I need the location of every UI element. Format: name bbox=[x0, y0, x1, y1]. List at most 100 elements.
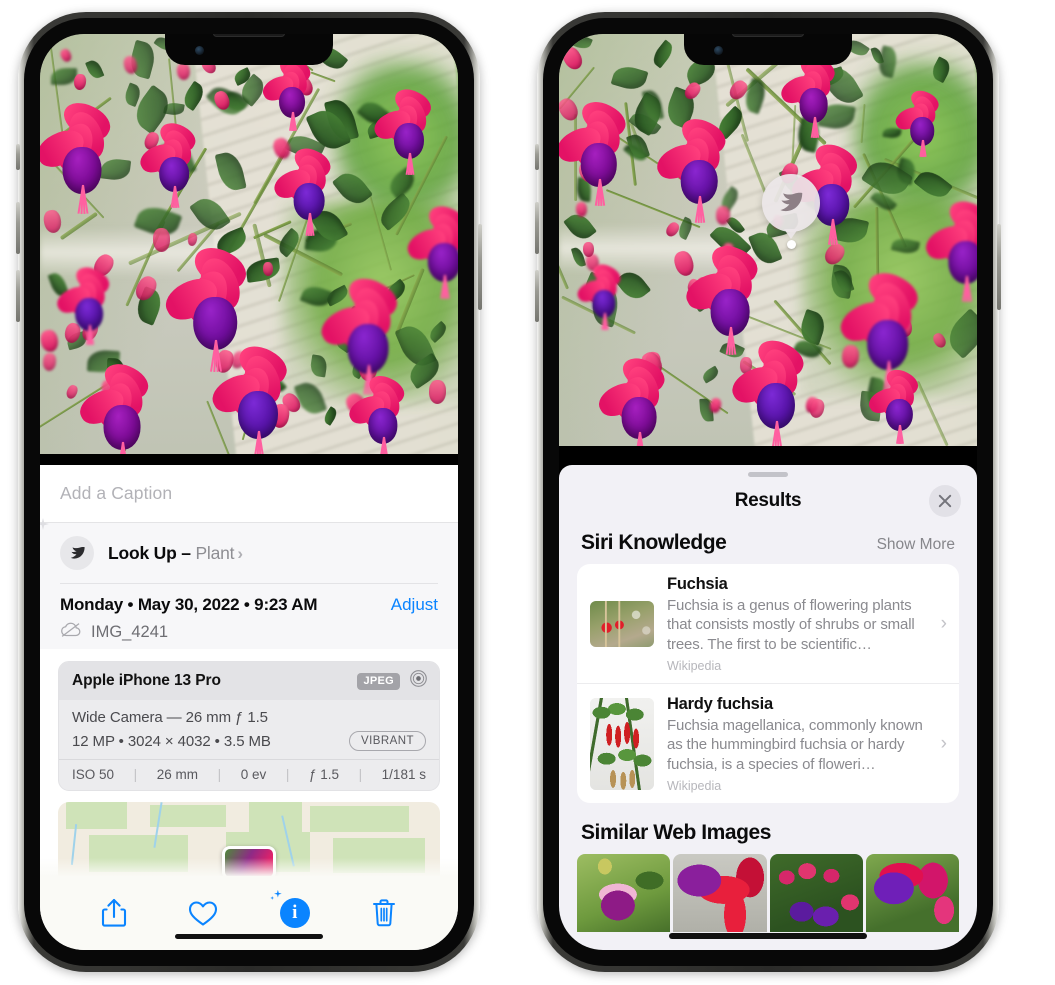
fuchsia-flower bbox=[652, 112, 731, 223]
plant-leaf bbox=[941, 308, 977, 359]
flower-bud bbox=[708, 397, 724, 415]
web-image-thumbnail[interactable] bbox=[673, 854, 767, 932]
fuchsia-flower bbox=[159, 240, 253, 373]
fuchsia-flower bbox=[345, 370, 409, 454]
volume-up-button[interactable] bbox=[16, 202, 20, 254]
leaf-icon bbox=[60, 536, 94, 570]
iphone-left-photos-info: Add a Caption Look Up – Plant › Monday •… bbox=[16, 12, 482, 972]
fuchsia-flower bbox=[207, 338, 293, 454]
phone-screen-right: Results Siri Knowledge Show More Fuchsia… bbox=[559, 34, 977, 950]
leaf-icon bbox=[780, 192, 803, 212]
sparkle-icon bbox=[269, 889, 285, 911]
fuchsia-flower bbox=[726, 333, 809, 446]
format-badge: JPEG bbox=[357, 672, 400, 690]
divider bbox=[60, 583, 438, 584]
volume-down-button[interactable] bbox=[535, 270, 539, 322]
look-up-prefix: Look Up – bbox=[108, 542, 196, 563]
flower-bud bbox=[64, 383, 80, 401]
result-thumbnail bbox=[590, 600, 654, 647]
scroll-indicator[interactable] bbox=[669, 933, 867, 939]
fuchsia-flower bbox=[259, 52, 315, 132]
show-more-button[interactable]: Show More bbox=[877, 536, 955, 554]
fuchsia-flower bbox=[920, 195, 977, 302]
power-button[interactable] bbox=[478, 224, 482, 310]
result-title: Hardy fuchsia bbox=[667, 694, 773, 713]
adjust-button[interactable]: Adjust bbox=[391, 595, 438, 615]
mute-switch[interactable] bbox=[16, 144, 20, 170]
fuchsia-flower bbox=[402, 200, 458, 299]
fuchsia-flower bbox=[74, 357, 154, 454]
web-image-thumbnail[interactable] bbox=[577, 854, 671, 932]
photo-date: Monday • May 30, 2022 • 9:23 AM bbox=[60, 595, 318, 614]
fuchsia-flower bbox=[891, 86, 943, 158]
sparkle-icon bbox=[40, 516, 53, 543]
look-up-row[interactable]: Look Up – Plant › bbox=[40, 518, 458, 583]
icloud-slash-icon bbox=[60, 622, 82, 643]
flower-bud bbox=[428, 379, 447, 404]
web-image-thumbnail[interactable] bbox=[865, 854, 959, 932]
toolbar-gradient bbox=[40, 858, 458, 876]
fuchsia-flower bbox=[315, 271, 404, 395]
flower-bud bbox=[40, 328, 60, 354]
look-up-label: Look Up – Plant › bbox=[108, 543, 243, 564]
caption-input[interactable]: Add a Caption bbox=[40, 465, 458, 523]
fuchsia-flower bbox=[53, 261, 113, 346]
flower-bud bbox=[73, 73, 88, 91]
share-button[interactable] bbox=[101, 898, 127, 928]
plant-leaf bbox=[299, 282, 334, 312]
photographic-style-badge: VIBRANT bbox=[349, 731, 426, 751]
exif-value: ƒ 1.5 bbox=[308, 767, 339, 782]
flower-bud bbox=[262, 261, 274, 276]
plant-leaf bbox=[610, 62, 649, 94]
exif-separator: | bbox=[285, 767, 290, 782]
photo-viewer[interactable] bbox=[559, 34, 977, 446]
similar-web-images-title: Similar Web Images bbox=[581, 821, 771, 844]
visual-lookup-badge[interactable] bbox=[762, 174, 820, 249]
plant-leaf bbox=[332, 166, 374, 210]
info-glyph: i bbox=[292, 902, 298, 923]
fuchsia-flower bbox=[865, 365, 922, 445]
plant-leaf bbox=[928, 56, 953, 83]
look-up-subject: Plant bbox=[195, 542, 235, 563]
exif-value: 0 ev bbox=[240, 767, 267, 782]
web-image-thumbnail[interactable] bbox=[769, 854, 863, 932]
home-indicator[interactable] bbox=[175, 934, 323, 939]
fuchsia-plant bbox=[40, 34, 458, 454]
flower-bud bbox=[671, 248, 697, 278]
chevron-right-icon: › bbox=[237, 543, 243, 563]
close-icon[interactable] bbox=[929, 484, 961, 517]
notch bbox=[684, 34, 852, 65]
volume-down-button[interactable] bbox=[16, 270, 20, 322]
plant-stem bbox=[860, 103, 866, 143]
mute-switch[interactable] bbox=[535, 144, 539, 170]
phone-screen-left: Add a Caption Look Up – Plant › Monday •… bbox=[40, 34, 458, 950]
list-item[interactable]: Fuchsia Fuchsia is a genus of flowering … bbox=[577, 564, 959, 683]
camera-info-card[interactable]: Apple iPhone 13 Pro JPEG Wide Camera — 2… bbox=[58, 661, 440, 791]
delete-button[interactable] bbox=[371, 898, 397, 928]
camera-lens: Wide Camera — 26 mm ƒ 1.5 bbox=[72, 709, 268, 726]
fuchsia-flower bbox=[834, 265, 924, 392]
exif-separator: | bbox=[133, 767, 138, 782]
plant-leaf bbox=[649, 39, 677, 69]
photo-info-sheet: Add a Caption Look Up – Plant › Monday •… bbox=[40, 465, 458, 950]
exif-value: 1/181 s bbox=[381, 767, 426, 782]
flower-bud bbox=[176, 62, 191, 81]
info-button[interactable]: i bbox=[270, 889, 310, 928]
photo-viewer[interactable] bbox=[40, 34, 458, 454]
fuchsia-flower bbox=[136, 117, 200, 208]
fuchsia-flower bbox=[776, 50, 839, 138]
power-button[interactable] bbox=[997, 224, 1001, 310]
plant-leaf bbox=[293, 378, 328, 419]
photo-filename: IMG_4241 bbox=[91, 623, 169, 641]
flower-bud bbox=[152, 228, 171, 252]
plant-leaf bbox=[309, 353, 329, 377]
camera-model: Apple iPhone 13 Pro bbox=[72, 672, 221, 689]
similar-web-images-strip[interactable] bbox=[559, 854, 977, 932]
list-item[interactable]: Hardy fuchsia Fuchsia magellanica, commo… bbox=[577, 682, 959, 803]
plant-leaf bbox=[890, 236, 920, 257]
result-source: Wikipedia bbox=[667, 779, 722, 793]
favorite-button[interactable] bbox=[188, 900, 218, 927]
volume-up-button[interactable] bbox=[535, 202, 539, 254]
flower-bud bbox=[42, 352, 57, 372]
result-title: Fuchsia bbox=[667, 574, 728, 593]
